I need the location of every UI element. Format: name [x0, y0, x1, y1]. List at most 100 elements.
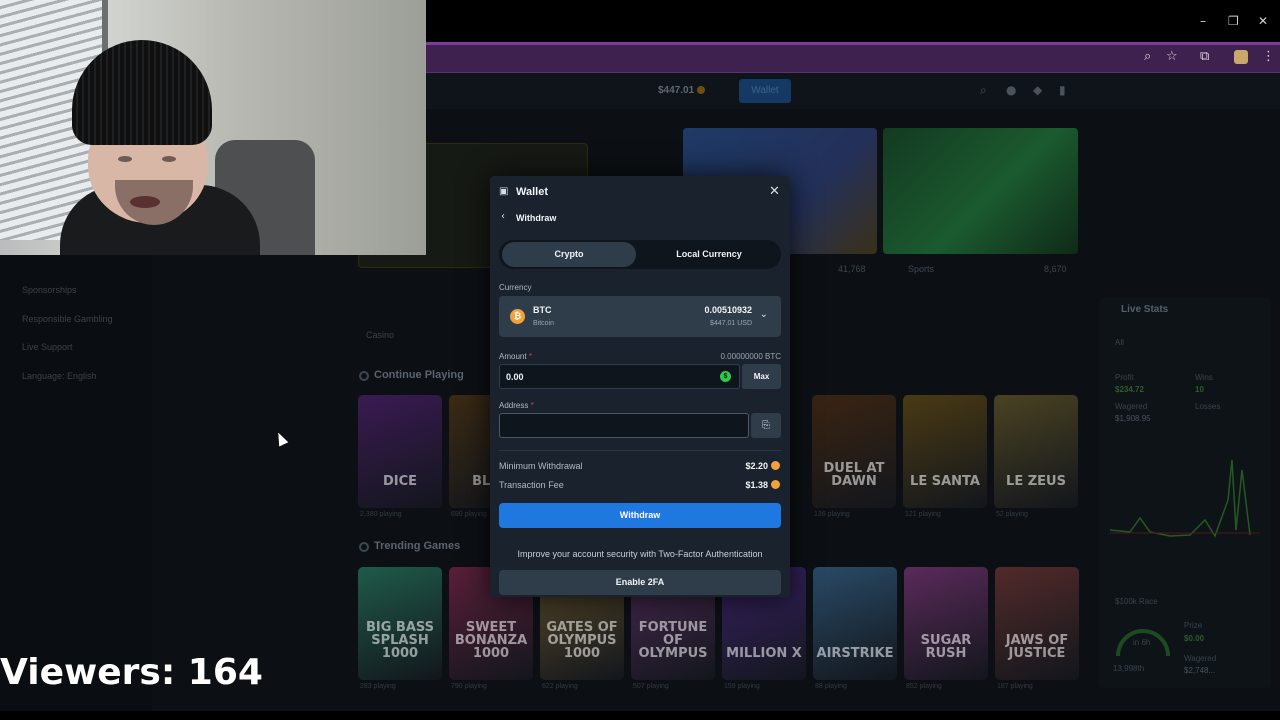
currency-code: BTC [533, 305, 552, 315]
tab-local-currency[interactable]: Local Currency [640, 242, 778, 267]
game-tile-title: DICE [382, 474, 418, 489]
viewer-count: Viewers: 164 [0, 652, 263, 693]
sports-banner-count: 8,670 [1044, 264, 1067, 274]
withdraw-button[interactable]: Withdraw [499, 503, 781, 528]
chevron-down-icon: ⌄ [759, 309, 768, 320]
game-tile-title: MILLION X [726, 646, 802, 661]
paste-icon[interactable]: ⎘ [751, 413, 781, 438]
wallet-title: Wallet [516, 186, 548, 198]
game-tile-players: 852 playing [906, 683, 942, 690]
profit-value: $234.72 [1115, 385, 1144, 394]
game-tile-title: LE ZEUS [1006, 474, 1066, 489]
game-tile[interactable]: LE SANTA [903, 395, 987, 508]
two-factor-notice: Improve your account security with Two-F… [517, 549, 763, 559]
sidebar-item-live-support[interactable]: Live Support [22, 342, 73, 352]
wallet-icon: ▣ [499, 186, 509, 197]
game-tile[interactable]: JAWS OF JUSTICE [995, 567, 1079, 680]
profit-chart [1110, 459, 1260, 538]
game-tile-title: JAWS OF JUSTICE [1005, 633, 1069, 661]
game-tile[interactable]: SUGAR RUSH [904, 567, 988, 680]
sidebar-item-sponsorships[interactable]: Sponsorships [22, 285, 77, 295]
wallet-modal: ▣ Wallet ✕ ‹ Withdraw Crypto Local Curre… [490, 176, 790, 597]
game-tile[interactable]: AIRSTRIKE [813, 567, 897, 680]
sports-banner[interactable] [883, 128, 1078, 254]
close-window-icon[interactable]: ✕ [1258, 14, 1268, 28]
balance-selector[interactable]: $447.01 [648, 79, 734, 103]
streamer-eye-left [118, 156, 132, 162]
amount-input[interactable] [500, 365, 739, 388]
divider [499, 450, 781, 451]
race-label[interactable]: $100k Race [1115, 597, 1158, 606]
back-chevron-icon[interactable]: ‹ [501, 211, 505, 222]
game-tile-title: DUEL AT DAWN [823, 461, 885, 489]
game-tile-players: 136 playing [814, 511, 850, 518]
address-input[interactable] [500, 414, 748, 437]
game-tile-players: 507 playing [633, 683, 669, 690]
zoom-icon[interactable]: ⌕ [1144, 49, 1151, 64]
browser-tab-accent [426, 42, 1280, 45]
header-wallet-button[interactable]: Wallet [739, 79, 791, 103]
game-tile[interactable]: BIG BASS SPLASH 1000 [358, 567, 442, 680]
address-field-wrap [499, 413, 749, 438]
race-wagered-value: $2,748... [1184, 666, 1216, 675]
bookmark-star-icon[interactable]: ☆ [1166, 49, 1178, 64]
usd-currency-icon[interactable]: $ [720, 371, 731, 382]
category-select[interactable]: Casino [366, 330, 394, 340]
game-tile-players: 283 playing [360, 683, 396, 690]
bitcoin-icon: ₿ [510, 309, 525, 324]
game-tile-title: FORTUNE OF OLYMPUS [638, 620, 708, 661]
game-tile[interactable]: DICE [358, 395, 442, 508]
game-tile[interactable]: DUEL AT DAWN [812, 395, 896, 508]
game-tile-title: LE SANTA [910, 474, 980, 489]
sports-banner-label[interactable]: Sports [908, 264, 934, 274]
continue-playing-title: Continue Playing [374, 369, 464, 381]
screen: – ❐ ✕ ⌕ ☆ ⧉ ⋮ $447.01 Wallet ⌕ ● ◆ ▮ Spo… [0, 0, 1280, 720]
currency-name: Bitcoin [533, 320, 555, 327]
extensions-icon[interactable]: ⧉ [1200, 49, 1209, 64]
browser-menu-icon[interactable]: ⋮ [1262, 49, 1275, 64]
min-withdrawal-value: $2.20 [745, 461, 780, 471]
wins-label: Wins [1195, 373, 1213, 382]
close-icon[interactable]: ✕ [769, 184, 780, 199]
wagered-value: $1,908.95 [1115, 414, 1151, 423]
bell-icon[interactable]: ◆ [1033, 83, 1042, 97]
currency-type-tabs: Crypto Local Currency [499, 240, 781, 269]
tab-crypto[interactable]: Crypto [502, 242, 636, 267]
game-tile-players: 121 playing [905, 511, 941, 518]
minimize-icon[interactable]: – [1200, 14, 1206, 28]
game-tile-players: 622 playing [542, 683, 578, 690]
profit-label: Profit [1115, 373, 1134, 382]
fee-label: Transaction Fee [499, 480, 564, 490]
search-icon[interactable]: ⌕ [980, 83, 987, 98]
game-tile-players: 88 playing [815, 683, 847, 690]
enable-2fa-button[interactable]: Enable 2FA [499, 570, 781, 595]
webcam-overlay [0, 0, 426, 255]
streamer-eye-right [162, 156, 176, 162]
currency-label: Currency [499, 283, 532, 292]
game-tile-title: AIRSTRIKE [816, 646, 894, 661]
chat-toggle-icon[interactable]: ▮ [1059, 83, 1066, 97]
user-icon[interactable]: ● [1006, 83, 1016, 97]
browser-address-bar[interactable] [426, 42, 1280, 73]
game-tile-players: 187 playing [997, 683, 1033, 690]
restore-icon[interactable]: ❐ [1228, 14, 1239, 28]
casino-banner-count: 41,768 [838, 264, 866, 274]
live-stats-filter[interactable]: All [1115, 338, 1124, 347]
btc-coin-icon [771, 461, 780, 470]
amount-hint: 0.00000000 BTC [720, 352, 782, 361]
game-tile-title: GATES OF OLYMPUS 1000 [546, 620, 618, 661]
bottom-bar [0, 711, 1280, 720]
sidebar-item-language[interactable]: Language: English [22, 371, 97, 381]
max-button[interactable]: Max [742, 364, 781, 389]
game-tile[interactable]: LE ZEUS [994, 395, 1078, 508]
currency-balance-usd: $447.01 USD [709, 320, 752, 327]
amount-field-wrap: $ [499, 364, 740, 389]
withdraw-subtitle: Withdraw [516, 213, 557, 223]
streamer-mouth [130, 196, 160, 208]
live-stats-title: Live Stats [1121, 304, 1169, 315]
profile-avatar[interactable] [1234, 50, 1248, 64]
currency-select[interactable]: ₿ BTC Bitcoin 0.00510932 $447.01 USD ⌄ [499, 296, 781, 337]
sidebar-item-responsible-gambling[interactable]: Responsible Gambling [22, 314, 113, 324]
game-tile-title: BIG BASS SPLASH 1000 [365, 620, 435, 661]
game-tile-players: 790 playing [451, 683, 487, 690]
